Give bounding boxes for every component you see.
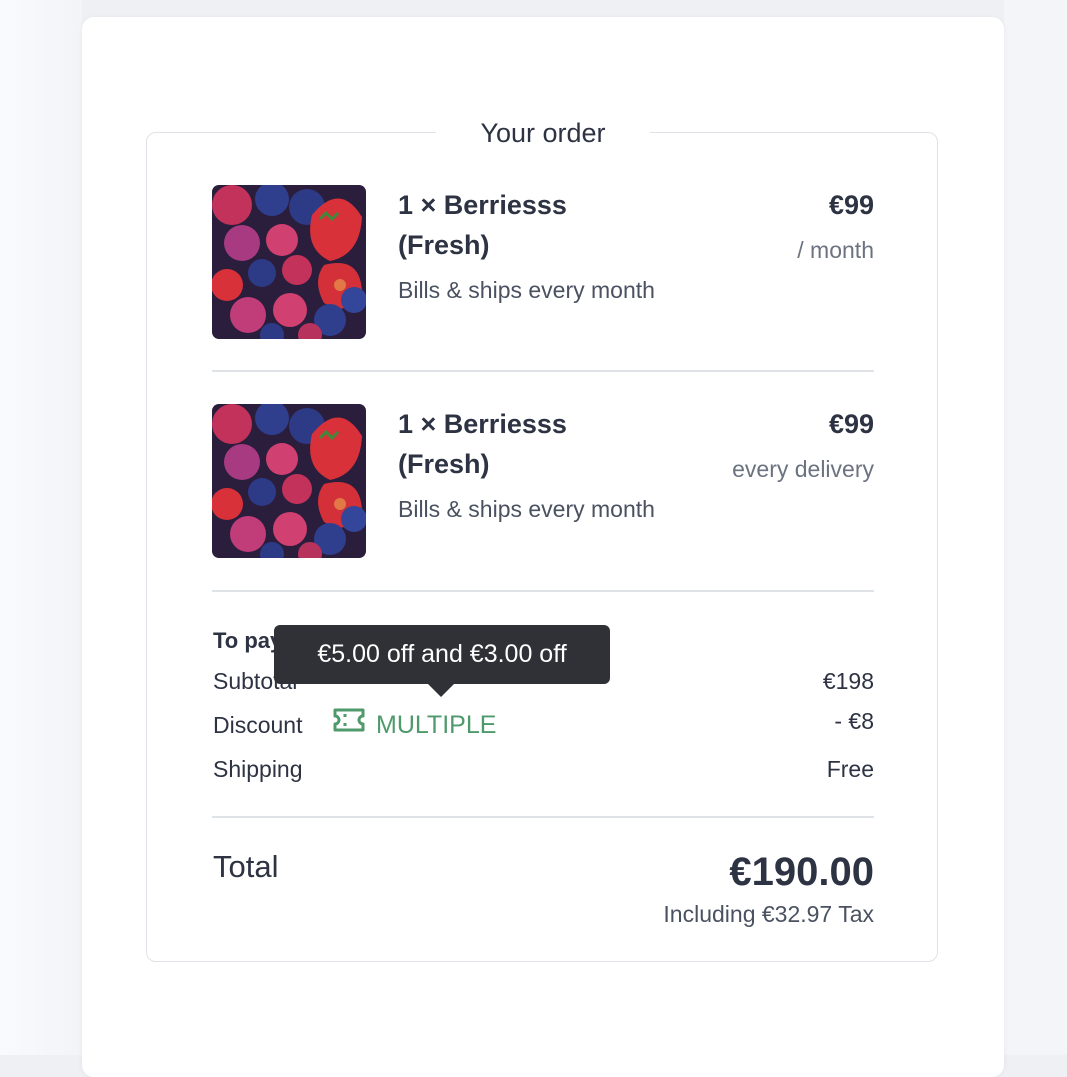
discount-code-text[interactable]: MULTIPLE: [376, 708, 496, 742]
divider: [212, 590, 874, 592]
background-left-panel: [0, 0, 82, 1055]
item-name: 1 × Berriesss (Fresh): [398, 190, 567, 260]
tooltip-arrow: [428, 684, 454, 697]
item-price: €99: [828, 190, 874, 220]
discount-tooltip: €5.00 off and €3.00 off: [274, 625, 610, 684]
divider: [212, 370, 874, 372]
background-right-panel: [1004, 0, 1067, 1055]
discount-label: Discount: [213, 712, 303, 738]
ticket-icon: [332, 707, 366, 742]
product-image: [212, 404, 366, 558]
discount-code-tag[interactable]: MULTIPLE: [332, 707, 496, 742]
shipping-value: Free: [826, 756, 874, 782]
to-pay-label: To pay: [213, 628, 283, 653]
total-label: Total: [213, 849, 279, 884]
tax-note: Including €32.97 Tax: [663, 901, 874, 927]
item-price: €99: [828, 409, 874, 439]
item-period: / month: [797, 237, 874, 263]
total-value: €190.00: [729, 850, 874, 894]
product-image: [212, 185, 366, 339]
shipping-label: Shipping: [213, 756, 303, 782]
discount-value: - €8: [834, 708, 874, 734]
item-period: every delivery: [732, 456, 874, 482]
item-billing: Bills & ships every month: [398, 496, 655, 522]
subtotal-value: €198: [822, 668, 874, 694]
order-heading: Your order: [436, 116, 650, 150]
item-name: 1 × Berriesss (Fresh): [398, 409, 567, 479]
item-billing: Bills & ships every month: [398, 277, 655, 303]
divider: [212, 816, 874, 818]
